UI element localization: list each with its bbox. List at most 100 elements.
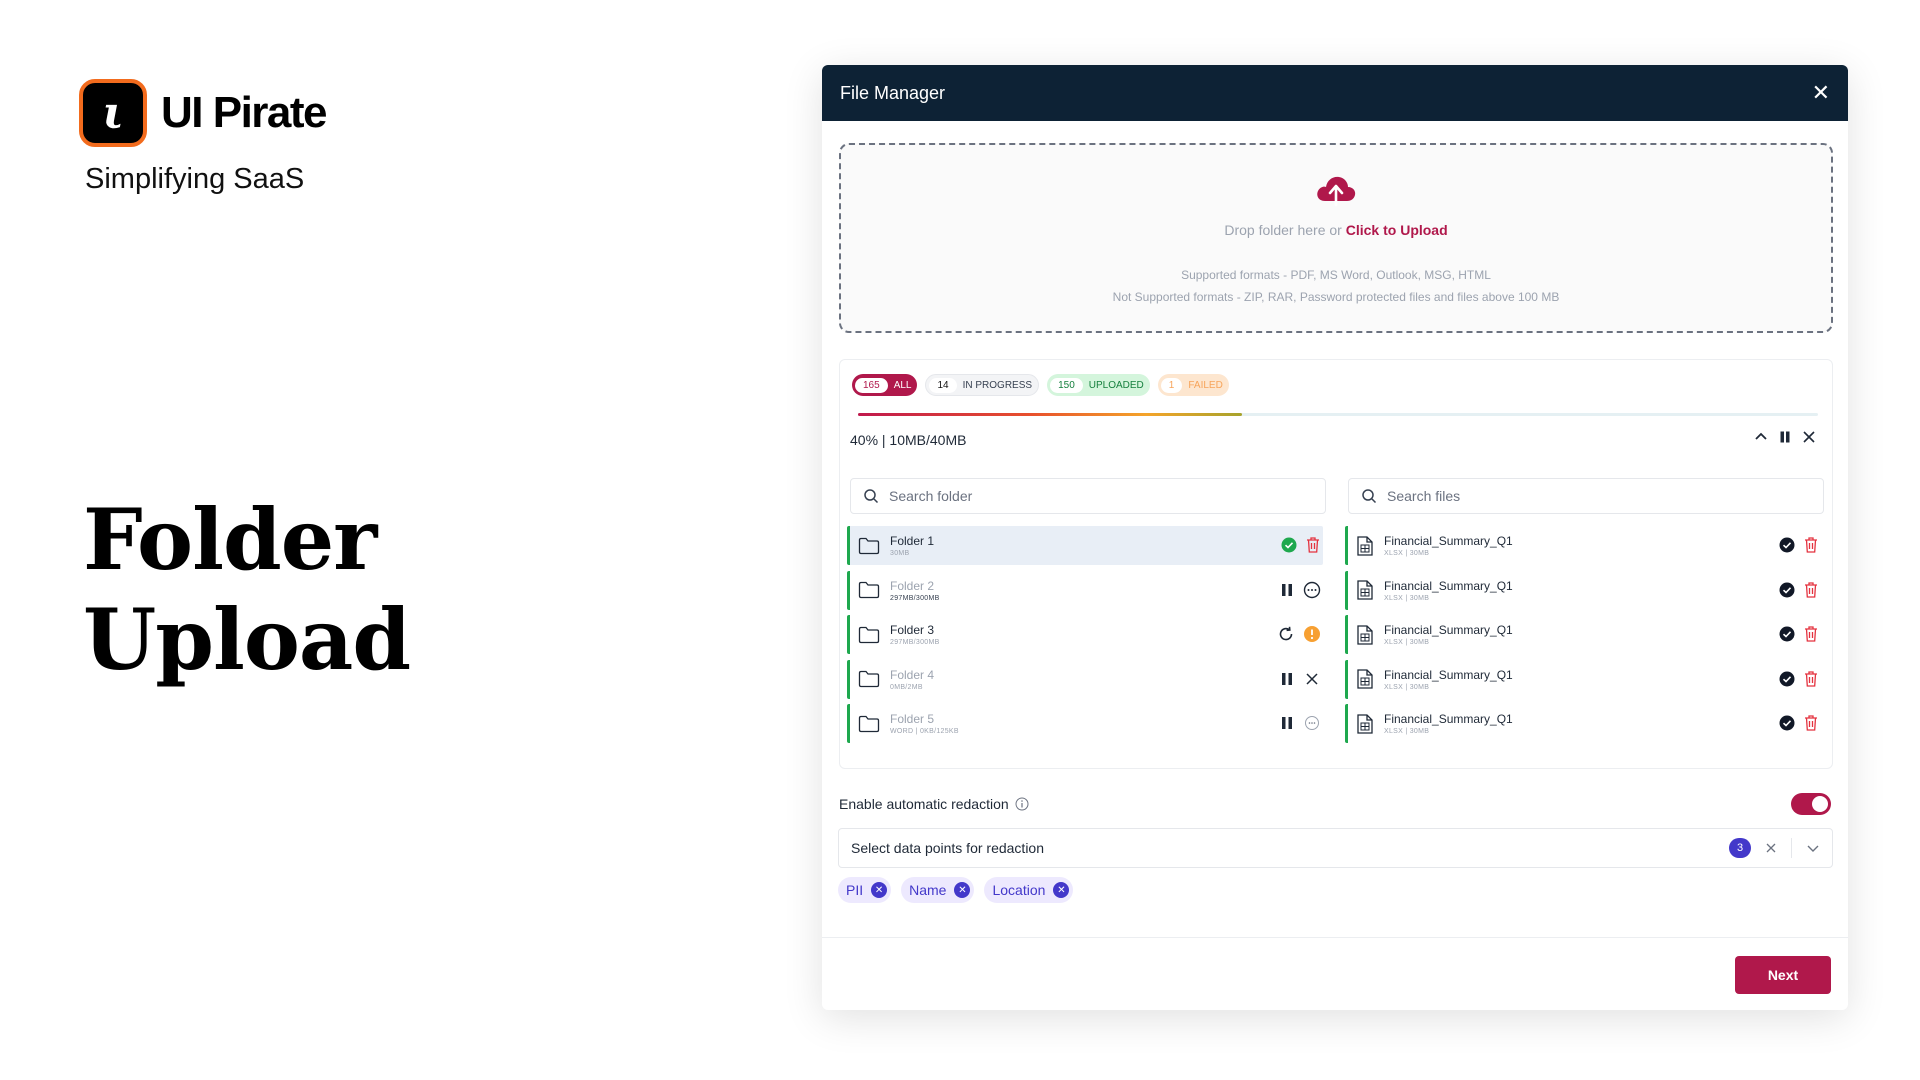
filter-chip-failed[interactable]: 1 FAILED: [1157, 374, 1229, 396]
folder-actions: [1279, 714, 1321, 732]
folder-row[interactable]: Folder 1 30MB: [847, 526, 1323, 565]
file-search-input[interactable]: [1387, 488, 1767, 504]
file-name: Financial_Summary_Q1: [1384, 534, 1513, 548]
chip-label: IN PROGRESS: [962, 379, 1033, 391]
file-row[interactable]: Financial_Summary_Q1 XLSX | 30MB: [1345, 615, 1821, 655]
clear-icon[interactable]: [1765, 842, 1777, 854]
upload-dropzone[interactable]: Drop folder here or Click to Upload Supp…: [839, 143, 1833, 333]
format-info: Supported formats - PDF, MS Word, Outloo…: [841, 264, 1831, 308]
info-icon[interactable]: [1015, 797, 1029, 811]
check-circle-icon: [1779, 715, 1795, 731]
folder-row[interactable]: Folder 5 WORD | 0KB/125KB: [847, 704, 1323, 744]
close-icon[interactable]: ✕: [1812, 82, 1830, 104]
folder-meta: Folder 4 0MB/2MB: [890, 668, 934, 691]
hero-title: Folder Upload: [83, 490, 411, 690]
trash-icon[interactable]: [1803, 714, 1819, 732]
folder-search[interactable]: [850, 478, 1326, 514]
redaction-label: Enable automatic redaction: [839, 796, 1029, 812]
file-row[interactable]: Financial_Summary_Q1 XLSX | 30MB: [1345, 526, 1821, 565]
folder-icon: [858, 537, 880, 554]
chip-count: 150: [1050, 377, 1083, 393]
file-list: Financial_Summary_Q1 XLSX | 30MB Financi…: [1345, 526, 1821, 749]
cancel-icon[interactable]: [1802, 430, 1816, 449]
upload-progress-panel: 165 ALL 14 IN PROGRESS 150 UPLOADED 1 FA…: [839, 359, 1833, 769]
close-icon[interactable]: [1303, 670, 1321, 688]
spreadsheet-file-icon: [1357, 535, 1373, 556]
folder-name: Folder 3: [890, 623, 935, 638]
folder-row[interactable]: Folder 3 297MB/300MB: [847, 615, 1323, 655]
file-name: Financial_Summary_Q1: [1384, 623, 1513, 638]
file-actions: [1779, 581, 1819, 599]
progress-text: 40% | 10MB/40MB: [850, 432, 967, 448]
search-icon: [1362, 489, 1377, 504]
folder-actions: [1279, 670, 1321, 688]
next-button[interactable]: Next: [1735, 956, 1831, 994]
remove-tag-icon[interactable]: ✕: [954, 882, 971, 898]
cloud-upload-icon: [841, 171, 1831, 212]
check-circle-icon: [1779, 626, 1795, 642]
supported-formats: Supported formats - PDF, MS Word, Outloo…: [1181, 268, 1491, 282]
more-circle-icon[interactable]: [1303, 581, 1321, 599]
remove-tag-icon[interactable]: ✕: [1053, 882, 1070, 898]
filter-chip-in-progress[interactable]: 14 IN PROGRESS: [925, 374, 1040, 396]
folder-size: 0MB/2MB: [890, 683, 923, 691]
trash-icon[interactable]: [1305, 536, 1321, 554]
footer-divider: [822, 937, 1848, 938]
pause-icon[interactable]: [1279, 582, 1295, 598]
brand: ι UI Pirate: [79, 79, 328, 147]
chip-label: FAILED: [1188, 379, 1223, 391]
trash-icon[interactable]: [1803, 536, 1819, 554]
filter-chip-uploaded[interactable]: 150 UPLOADED: [1047, 374, 1150, 396]
folder-icon: [858, 671, 880, 688]
pause-icon[interactable]: [1279, 715, 1295, 731]
folder-meta: Folder 3 297MB/300MB: [890, 623, 940, 646]
pause-icon[interactable]: [1778, 430, 1792, 449]
trash-icon[interactable]: [1803, 670, 1819, 688]
file-meta: Financial_Summary_Q1 XLSX | 30MB: [1384, 712, 1513, 735]
ui-pirate-logo-icon: ι: [79, 79, 147, 147]
redaction-data-points-select[interactable]: Select data points for redaction 3: [838, 828, 1833, 868]
redaction-toggle[interactable]: [1791, 793, 1831, 815]
file-meta: Financial_Summary_Q1 XLSX | 30MB: [1384, 623, 1513, 646]
folder-row[interactable]: Folder 4 0MB/2MB: [847, 659, 1323, 699]
file-name: Financial_Summary_Q1: [1384, 712, 1513, 727]
chevron-down-icon[interactable]: [1806, 841, 1820, 855]
file-search[interactable]: [1348, 478, 1824, 514]
drop-instructions: Drop folder here or Click to Upload: [841, 222, 1831, 238]
file-row[interactable]: Financial_Summary_Q1 XLSX | 30MB: [1345, 704, 1821, 744]
folder-actions: [1277, 625, 1321, 643]
file-actions: [1779, 536, 1819, 554]
file-size: XLSX | 30MB: [1384, 550, 1430, 557]
folder-search-input[interactable]: [889, 488, 1269, 504]
chip-label: UPLOADED: [1088, 379, 1144, 391]
pause-icon[interactable]: [1279, 671, 1295, 687]
file-meta: Financial_Summary_Q1 XLSX | 30MB: [1384, 534, 1513, 557]
folder-actions: [1281, 536, 1321, 554]
dialog-title: File Manager: [840, 82, 946, 103]
progress-bar-fill: [858, 413, 1242, 416]
folder-size: 30MB: [890, 550, 910, 557]
click-to-upload-link[interactable]: Click to Upload: [1346, 222, 1448, 238]
folder-name: Folder 1: [890, 534, 935, 548]
trash-icon[interactable]: [1803, 625, 1819, 643]
file-meta: Financial_Summary_Q1 XLSX | 30MB: [1384, 668, 1513, 691]
filter-chip-all[interactable]: 165 ALL: [852, 374, 918, 396]
retry-icon[interactable]: [1277, 625, 1295, 643]
folder-row[interactable]: Folder 2 297MB/300MB: [847, 570, 1323, 610]
chevron-up-icon[interactable]: [1754, 430, 1768, 449]
file-row[interactable]: Financial_Summary_Q1 XLSX | 30MB: [1345, 570, 1821, 610]
progress-bar: [858, 413, 1818, 416]
file-row[interactable]: Financial_Summary_Q1 XLSX | 30MB: [1345, 659, 1821, 699]
chip-count: 14: [929, 377, 957, 393]
trash-icon[interactable]: [1803, 581, 1819, 599]
file-actions: [1779, 670, 1819, 688]
not-supported-formats: Not Supported formats - ZIP, RAR, Passwo…: [1112, 290, 1560, 304]
spreadsheet-file-icon: [1357, 669, 1373, 689]
file-size: XLSX | 30MB: [1384, 639, 1430, 647]
remove-tag-icon[interactable]: ✕: [871, 882, 888, 898]
file-size: XLSX | 30MB: [1384, 728, 1430, 736]
folder-meta: Folder 2 297MB/300MB: [890, 579, 940, 602]
more-circle-icon[interactable]: [1303, 714, 1321, 732]
selected-tags: PII ✕ Name ✕ Location ✕: [838, 877, 1074, 903]
tag-name: Name ✕: [901, 877, 975, 903]
